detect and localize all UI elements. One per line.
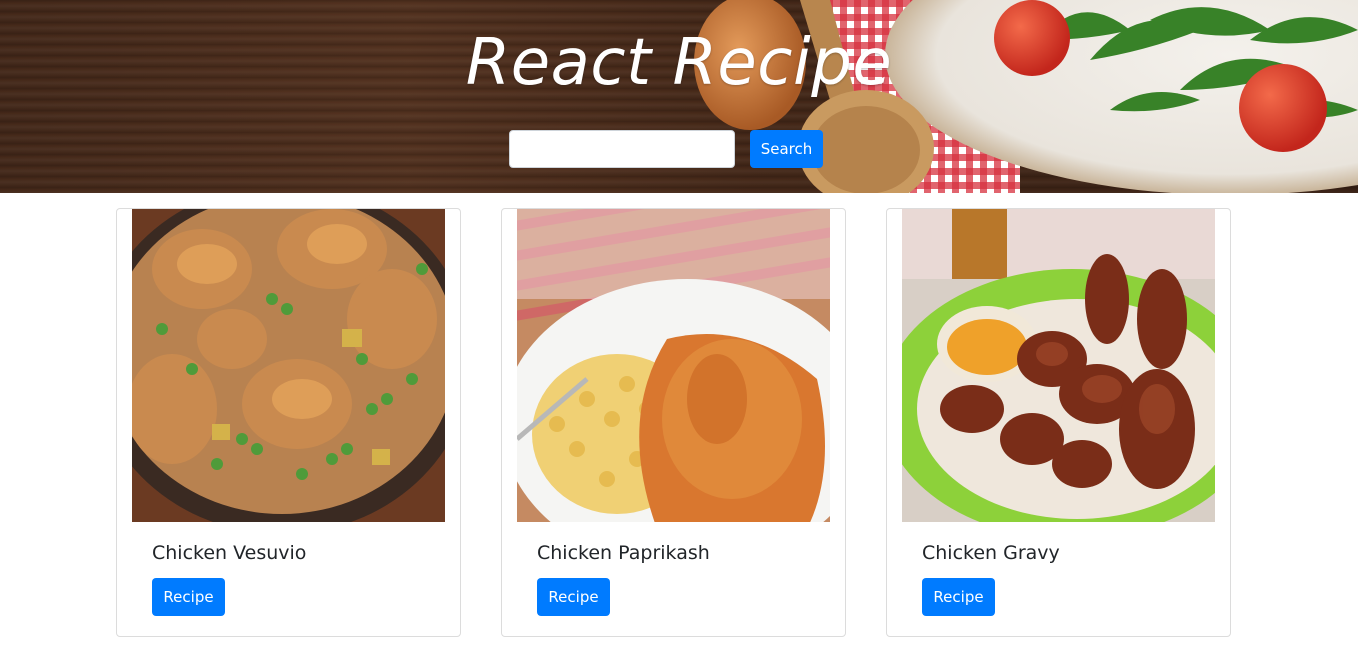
recipe-button[interactable]: Recipe (537, 578, 610, 616)
hero-banner: React Recipe Search (0, 0, 1358, 193)
recipe-card: Chicken Gravy Recipe (886, 208, 1231, 637)
recipe-title: Chicken Vesuvio (152, 542, 307, 564)
recipe-button[interactable]: Recipe (922, 578, 995, 616)
recipe-card: Chicken Vesuvio Recipe (116, 208, 461, 637)
recipe-title: Chicken Paprikash (537, 542, 710, 564)
recipe-image (517, 209, 830, 522)
recipe-image (132, 209, 445, 522)
recipe-button[interactable]: Recipe (152, 578, 225, 616)
recipe-image (902, 209, 1215, 522)
page-title: React Recipe (465, 26, 893, 100)
recipe-card: Chicken Paprikash Recipe (501, 208, 846, 637)
recipe-title: Chicken Gravy (922, 542, 1060, 564)
search-button[interactable]: Search (750, 130, 823, 168)
search-input[interactable] (509, 130, 735, 168)
